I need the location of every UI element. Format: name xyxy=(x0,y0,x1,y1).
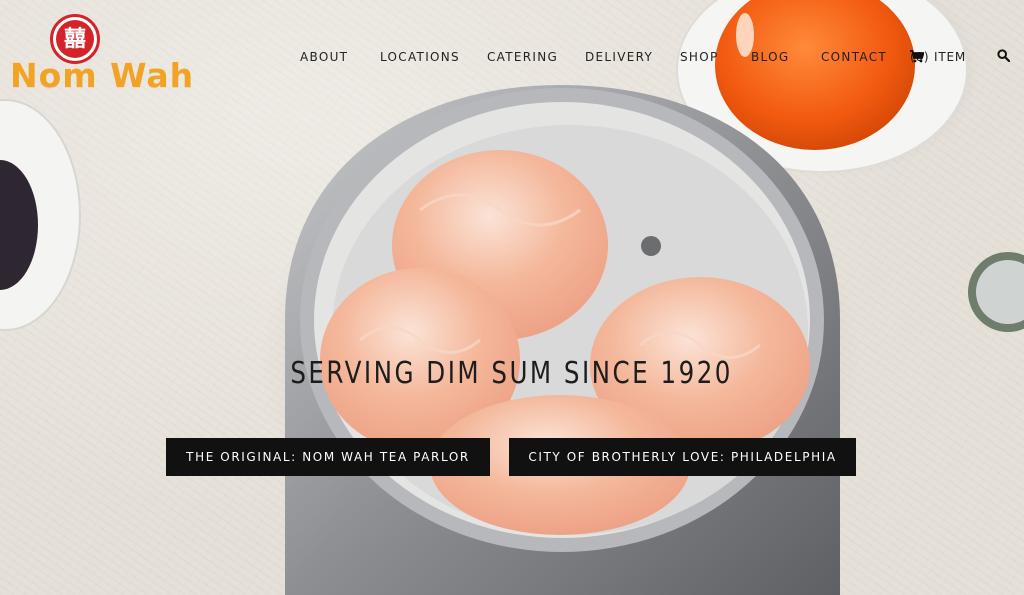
logo-glyph: 囍 xyxy=(56,20,94,58)
nav-locations[interactable]: LOCATIONS xyxy=(380,50,460,64)
hero-background: 囍 Nom Wah ABOUT LOCATIONS CATERING DELIV… xyxy=(0,0,1024,595)
nav-delivery[interactable]: DELIVERY xyxy=(585,50,653,64)
nav-about[interactable]: ABOUT xyxy=(300,50,348,64)
philadelphia-location-button[interactable]: CITY OF BROTHERLY LOVE: PHILADELPHIA xyxy=(509,438,856,476)
nav-catering[interactable]: CATERING xyxy=(487,50,558,64)
nav-blog[interactable]: BLOG xyxy=(751,50,789,64)
hero-tagline: SERVING DIM SUM SINCE 1920 xyxy=(290,356,733,391)
search-icon xyxy=(997,49,1010,62)
original-tea-parlor-button[interactable]: THE ORIGINAL: NOM WAH TEA PARLOR xyxy=(166,438,490,476)
cart-link[interactable]: (0) ITEM xyxy=(910,50,966,64)
brand-logo[interactable]: 囍 Nom Wah xyxy=(10,10,195,105)
nav-contact[interactable]: CONTACT xyxy=(821,50,887,64)
shopping-cart-icon xyxy=(910,50,924,63)
nav-shop[interactable]: SHOP xyxy=(680,50,719,64)
brand-wordmark: Nom Wah xyxy=(10,56,195,95)
